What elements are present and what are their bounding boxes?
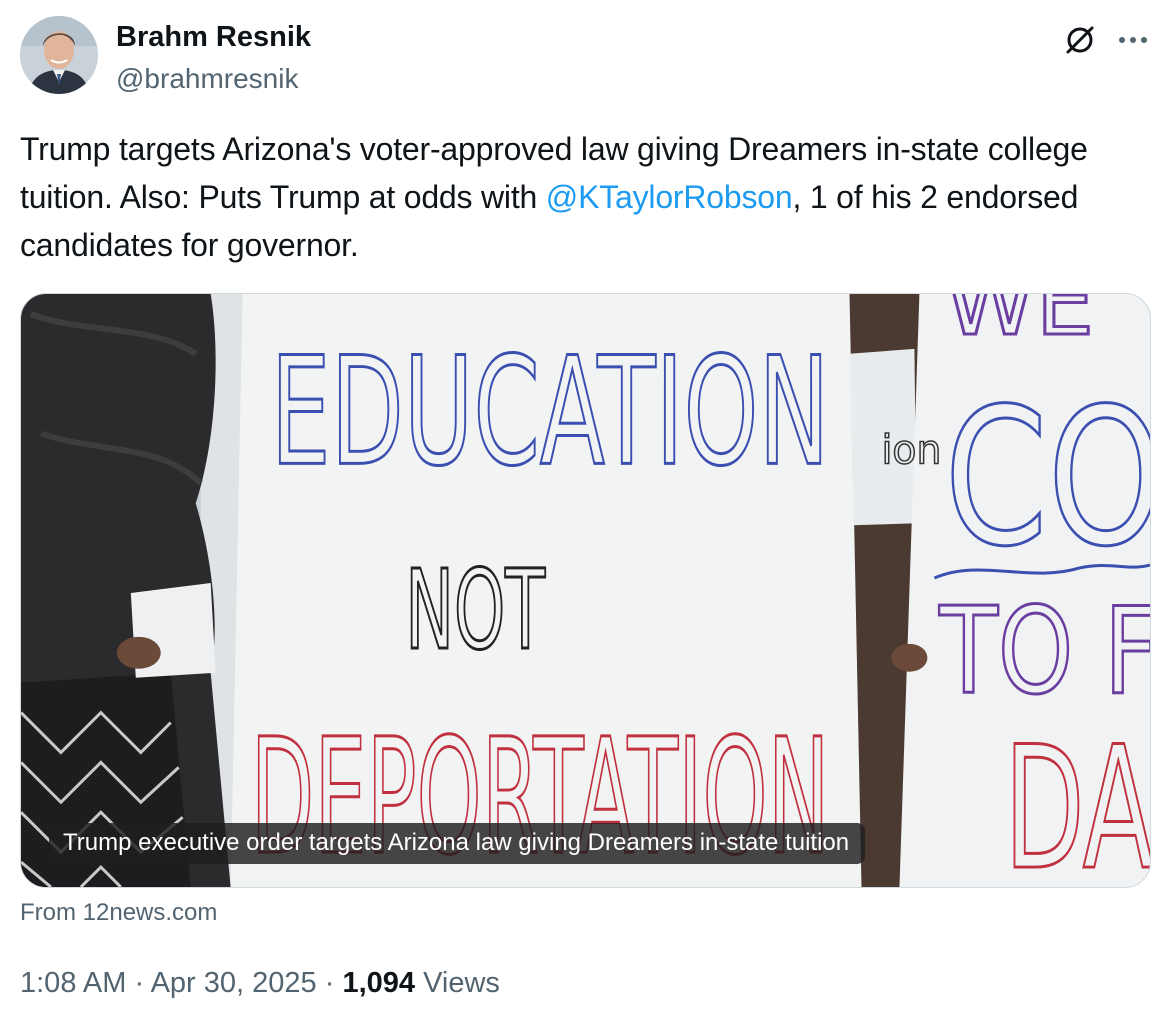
grok-icon[interactable] <box>1060 20 1100 60</box>
video-card[interactable]: EDUCATION NOT DEPORTATION ion WE CO TO F… <box>20 293 1151 888</box>
author-handle[interactable]: @brahmresnik <box>116 62 311 96</box>
video-caption: Trump executive order targets Arizona la… <box>49 823 866 864</box>
video-thumbnail: EDUCATION NOT DEPORTATION ion WE CO TO F… <box>21 294 1150 887</box>
avatar-image <box>20 16 98 94</box>
author-avatar[interactable] <box>20 16 98 94</box>
tweet-time: 1:08 AM <box>20 967 127 999</box>
mention-link[interactable]: @KTaylorRobson <box>546 179 793 215</box>
sign-line-not: NOT <box>405 546 545 674</box>
tweet-date: Apr 30, 2025 <box>150 967 317 999</box>
sign-right-line-4: DA <box>1004 710 1150 887</box>
views-label: Views <box>415 967 500 999</box>
more-icon[interactable] <box>1113 20 1153 60</box>
sign-right-line-1: WE <box>944 294 1094 356</box>
card-source-link[interactable]: From 12news.com <box>20 898 217 928</box>
meta-separator-2: · <box>316 967 343 999</box>
sign-line-education: EDUCATION <box>271 326 830 500</box>
tweet-text: Trump targets Arizona's voter-approved l… <box>20 125 1160 269</box>
author-display-name[interactable]: Brahm Resnik <box>116 20 311 54</box>
author-info: Brahm Resnik @brahmresnik <box>116 20 311 96</box>
sign-right-line-2: CO <box>944 367 1150 588</box>
meta-separator: · <box>126 967 151 999</box>
views-count: 1,094 <box>342 967 416 999</box>
tweet-timestamp[interactable]: 1:08 AM · Apr 30, 2025 <box>20 967 317 999</box>
sign-fragment: ion <box>881 427 941 473</box>
sign-right-line-3: TO F <box>939 583 1150 722</box>
tweet: Brahm Resnik @brahmresnik Trump targets … <box>0 0 1173 1018</box>
tweet-meta: 1:08 AM · Apr 30, 2025 · 1,094 Views <box>20 965 500 1001</box>
